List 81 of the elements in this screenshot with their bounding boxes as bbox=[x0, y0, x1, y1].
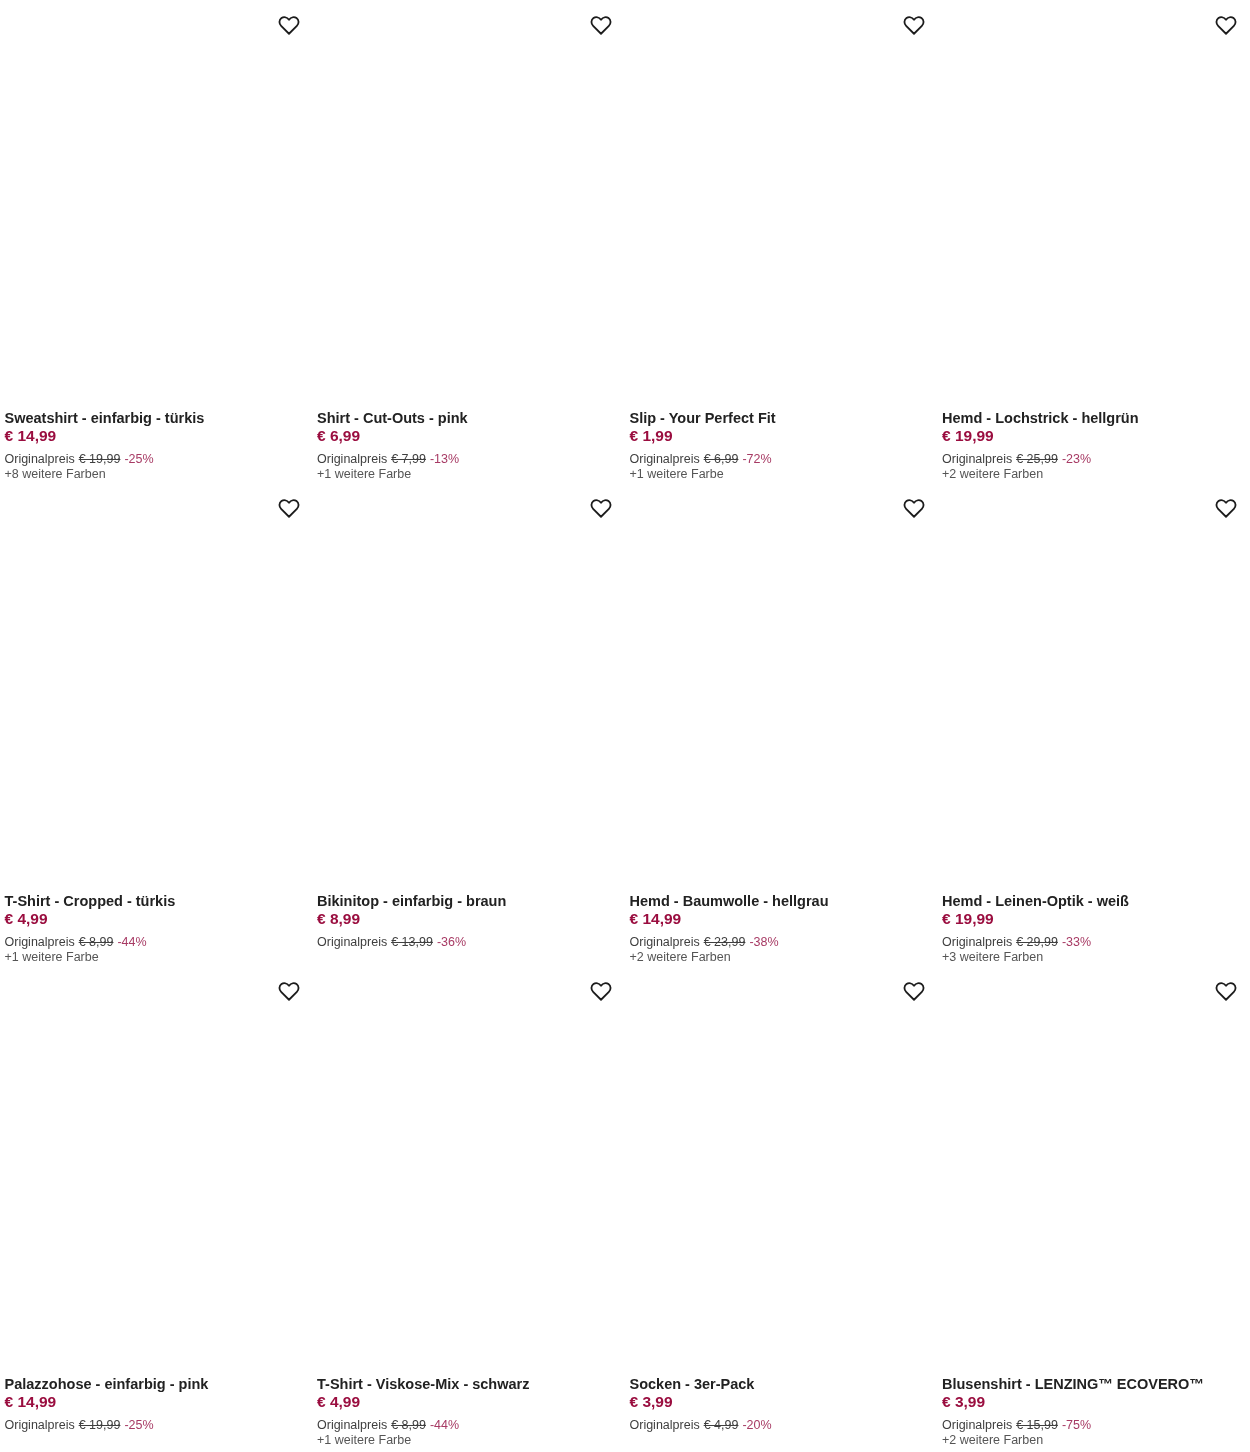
original-price-label: Originalpreis bbox=[4, 1418, 75, 1433]
more-colors-text[interactable]: +2 weitere Farben bbox=[942, 1433, 1044, 1448]
original-price-label: Originalpreis bbox=[317, 935, 388, 950]
discount-percent: -44% bbox=[117, 935, 147, 950]
original-price-label: Originalpreis bbox=[942, 935, 1013, 950]
discount-percent: -25% bbox=[124, 452, 154, 467]
more-colors-text[interactable]: +2 weitere Farben bbox=[629, 950, 731, 965]
heart-icon[interactable] bbox=[1215, 982, 1237, 1001]
sale-price: € 3,99 bbox=[629, 1393, 673, 1411]
original-price-label: Originalpreis bbox=[942, 452, 1013, 467]
discount-percent: -75% bbox=[1061, 1418, 1092, 1433]
original-price-label: Originalpreis bbox=[4, 935, 75, 950]
sale-price: € 3,99 bbox=[942, 1393, 986, 1411]
product-title[interactable]: Hemd - Baumwolle - hellgrau bbox=[629, 892, 829, 910]
product-title[interactable]: Slip - Your Perfect Fit bbox=[629, 409, 776, 427]
sale-price: € 14,99 bbox=[629, 910, 682, 928]
sale-price: € 19,99 bbox=[942, 910, 994, 928]
original-price: € 13,99 bbox=[391, 935, 433, 950]
product-title[interactable]: T-Shirt - Cropped - türkis bbox=[4, 892, 176, 910]
original-price-label: Originalpreis bbox=[4, 452, 75, 467]
more-colors-text[interactable]: +3 weitere Farben bbox=[942, 950, 1044, 965]
heart-icon[interactable] bbox=[277, 16, 300, 35]
original-price: € 6,99 bbox=[703, 452, 739, 467]
discount-percent: -36% bbox=[436, 935, 467, 950]
sale-price: € 19,99 bbox=[942, 427, 994, 445]
heart-icon[interactable] bbox=[590, 499, 612, 518]
product-title[interactable]: Socken - 3er-Pack bbox=[629, 1375, 755, 1393]
sale-price: € 6,99 bbox=[317, 427, 361, 445]
heart-icon[interactable] bbox=[1215, 16, 1237, 35]
sale-price: € 4,99 bbox=[4, 910, 48, 928]
original-price: € 8,99 bbox=[78, 935, 114, 950]
product-title[interactable]: Shirt - Cut-Outs - pink bbox=[317, 409, 468, 427]
product-title[interactable]: Palazzohose - einfarbig - pink bbox=[4, 1375, 209, 1393]
more-colors-text[interactable]: +1 weitere Farbe bbox=[317, 467, 412, 482]
sale-price: € 8,99 bbox=[317, 910, 361, 928]
original-price-label: Originalpreis bbox=[317, 452, 388, 467]
sale-price: € 4,99 bbox=[317, 1393, 361, 1411]
discount-percent: -38% bbox=[749, 935, 779, 950]
discount-percent: -72% bbox=[742, 452, 772, 467]
original-price: € 23,99 bbox=[703, 935, 746, 950]
heart-icon[interactable] bbox=[1215, 499, 1237, 518]
discount-percent: -23% bbox=[1061, 452, 1092, 467]
more-colors-text[interactable]: +8 weitere Farben bbox=[4, 467, 106, 482]
more-colors-text[interactable]: +1 weitere Farbe bbox=[4, 950, 99, 965]
original-price-label: Originalpreis bbox=[629, 452, 700, 467]
original-price: € 8,99 bbox=[391, 1418, 426, 1433]
more-colors-text[interactable]: +1 weitere Farbe bbox=[317, 1433, 412, 1448]
product-title[interactable]: Sweatshirt - einfarbig - türkis bbox=[4, 409, 205, 427]
discount-percent: -44% bbox=[429, 1418, 460, 1433]
more-colors-text[interactable]: +2 weitere Farben bbox=[942, 467, 1044, 482]
discount-percent: -33% bbox=[1061, 935, 1092, 950]
original-price: € 4,99 bbox=[703, 1418, 739, 1433]
product-title[interactable]: Blusenshirt - LENZING™ ECOVERO™ bbox=[942, 1375, 1204, 1393]
heart-icon[interactable] bbox=[902, 499, 925, 518]
original-price: € 25,99 bbox=[1016, 452, 1058, 467]
sale-price: € 14,99 bbox=[4, 427, 57, 445]
discount-percent: -13% bbox=[429, 452, 460, 467]
discount-percent: -20% bbox=[742, 1418, 772, 1433]
original-price: € 19,99 bbox=[78, 1418, 121, 1433]
sale-price: € 1,99 bbox=[629, 427, 673, 445]
original-price-label: Originalpreis bbox=[629, 935, 700, 950]
discount-percent: -25% bbox=[124, 1418, 154, 1433]
heart-icon[interactable] bbox=[590, 982, 612, 1001]
heart-icon[interactable] bbox=[277, 499, 300, 518]
original-price-label: Originalpreis bbox=[317, 1418, 388, 1433]
heart-icon[interactable] bbox=[590, 16, 612, 35]
original-price: € 7,99 bbox=[391, 452, 426, 467]
heart-icon[interactable] bbox=[902, 982, 925, 1001]
heart-icon[interactable] bbox=[902, 16, 925, 35]
product-title[interactable]: T-Shirt - Viskose-Mix - schwarz bbox=[317, 1375, 530, 1393]
original-price-label: Originalpreis bbox=[942, 1418, 1013, 1433]
original-price-label: Originalpreis bbox=[629, 1418, 700, 1433]
original-price: € 29,99 bbox=[1016, 935, 1058, 950]
more-colors-text[interactable]: +1 weitere Farbe bbox=[629, 467, 724, 482]
heart-icon[interactable] bbox=[277, 982, 300, 1001]
product-title[interactable]: Bikinitop - einfarbig - braun bbox=[317, 892, 507, 910]
sale-price: € 14,99 bbox=[4, 1393, 57, 1411]
original-price: € 15,99 bbox=[1016, 1418, 1058, 1433]
product-title[interactable]: Hemd - Lochstrick - hellgrün bbox=[942, 409, 1139, 427]
product-title[interactable]: Hemd - Leinen-Optik - weiß bbox=[942, 892, 1129, 910]
original-price: € 19,99 bbox=[78, 452, 121, 467]
